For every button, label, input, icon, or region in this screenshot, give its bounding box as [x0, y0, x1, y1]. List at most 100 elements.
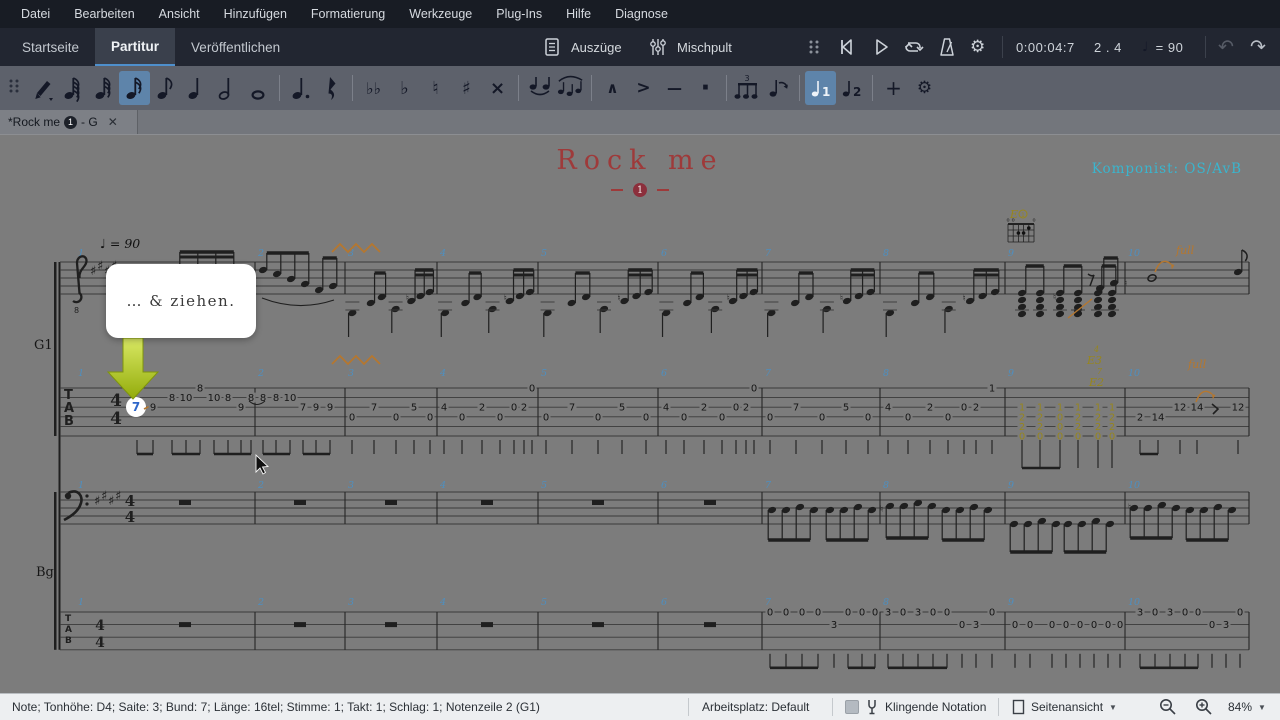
natural-button[interactable]: ♮ [420, 71, 451, 105]
mixer-button[interactable]: Mischpult [646, 28, 732, 66]
menu-formatierung[interactable]: Formatierung [300, 3, 396, 25]
tie-button[interactable] [524, 71, 555, 105]
statusbar-separator [998, 698, 999, 716]
staccato-button[interactable]: · [690, 71, 721, 105]
playback-grip[interactable] [808, 28, 820, 66]
flat-button[interactable]: ♭ [389, 71, 420, 105]
tab-number: 0 [529, 384, 535, 395]
note-toolbar-separator [799, 75, 800, 101]
workspace-selector[interactable]: Arbeitsplatz: Default [702, 694, 809, 720]
zoom-level[interactable]: 84% ▼ [1228, 694, 1266, 720]
svg-text:5: 5 [541, 597, 547, 608]
svg-text:1: 1 [1021, 211, 1025, 219]
playback-settings-button[interactable]: ⚙ [970, 28, 985, 66]
note-toolbar-separator [518, 75, 519, 101]
close-tab-icon[interactable]: ✕ [108, 115, 118, 129]
tab-number: 0 [497, 412, 503, 423]
tab-veröffentlichen[interactable]: Veröffentlichen [175, 28, 296, 66]
tab-partitur[interactable]: Partitur [95, 28, 176, 66]
slur-button[interactable] [555, 71, 586, 105]
voice-1-button[interactable]: 1 [805, 71, 836, 105]
score-canvas[interactable]: 1 1 1 1 2 2 2 2 3 3 3 3 4 4 4 4 5 5 5 5 6 6 6 6 7 7 7 7 8 8 8 8 9 9 9 9 10 10… [0, 135, 1280, 693]
augmentation-dot-button[interactable] [285, 71, 316, 105]
tab-number: 0 [799, 608, 805, 619]
guitar-tab-numbers: 9810810898881079907050402002007050402002… [136, 383, 1246, 470]
dash [657, 189, 669, 191]
svg-text:3: 3 [348, 368, 354, 379]
gear-icon: ⚙ [970, 37, 986, 57]
tab-number: 4 [441, 403, 447, 414]
svg-text:7: 7 [765, 480, 772, 491]
flip-direction-button[interactable] [763, 71, 794, 105]
svg-text:♯: ♯ [97, 259, 103, 274]
redo-button[interactable]: ↷ [1250, 28, 1266, 66]
menu-hilfe[interactable]: Hilfe [555, 3, 602, 25]
sharp-button[interactable]: ♯ [451, 71, 482, 105]
duration-quarter-button[interactable] [181, 71, 212, 105]
metronome-button[interactable] [936, 28, 958, 66]
menu-datei[interactable]: Datei [10, 3, 61, 25]
tab-number: 0 [1063, 620, 1069, 631]
tab-number: 0 [845, 608, 851, 619]
mouse-cursor [255, 453, 270, 475]
tab-number: 2 [521, 403, 527, 414]
tab-number: 0 [900, 608, 906, 619]
bend-label: full [1175, 244, 1195, 257]
rest-button[interactable] [316, 71, 347, 105]
duration-16th-button[interactable] [119, 71, 150, 105]
duration-8th-button[interactable] [150, 71, 181, 105]
tab-number: 2 [743, 403, 749, 414]
document-tab[interactable]: *Rock me 1 - G ✕ [0, 110, 138, 134]
duration-64th-button[interactable] [57, 71, 88, 105]
tab-number: 4 [663, 403, 669, 414]
view-mode-selector[interactable]: Seitenansicht ▼ [1012, 694, 1117, 720]
play-button[interactable] [870, 28, 892, 66]
tab-number: 0 [1012, 620, 1018, 631]
svg-text:1: 1 [78, 480, 84, 491]
concert-pitch-checkbox[interactable] [845, 700, 859, 714]
loop-button[interactable] [902, 28, 924, 66]
duration-half-button[interactable] [212, 71, 243, 105]
double-flat-button[interactable]: ♭♭ [358, 71, 389, 105]
add-button[interactable]: + [878, 71, 909, 105]
undo-button[interactable]: ↶ [1218, 28, 1234, 66]
voice-2-button[interactable]: 2 [836, 71, 867, 105]
zoom-in-button[interactable] [1194, 694, 1214, 720]
menu-bearbeiten[interactable]: Bearbeiten [63, 3, 145, 25]
svg-text:8: 8 [74, 306, 79, 315]
tenuto-button[interactable]: — [659, 71, 690, 105]
svg-text:3: 3 [348, 480, 354, 491]
menu-werkzeuge[interactable]: Werkzeuge [398, 3, 483, 25]
menu-plugins[interactable]: Plug-Ins [485, 3, 553, 25]
tab-startseite[interactable]: Startseite [6, 28, 95, 66]
note-input-pencil-button[interactable] [26, 71, 57, 105]
double-sharp-button[interactable]: × [482, 71, 513, 105]
tab-number: 0 [751, 384, 757, 395]
svg-text:7: 7 [765, 368, 772, 379]
duration-whole-button[interactable] [243, 71, 274, 105]
menu-ansicht[interactable]: Ansicht [148, 3, 211, 25]
whole-rest [481, 622, 493, 628]
svg-text:6: 6 [661, 597, 667, 608]
note-input-settings-button[interactable]: ⚙ [909, 71, 940, 105]
menu-hinzufgen[interactable]: Hinzufügen [213, 3, 298, 25]
concert-pitch-toggle[interactable]: Klingende Notation [845, 694, 986, 720]
svg-text:♮: ♮ [617, 294, 620, 304]
accent-button[interactable]: > [628, 71, 659, 105]
selected-note: 79 [126, 397, 158, 417]
excerpts-button[interactable]: Auszüge [540, 28, 622, 66]
marcato-button[interactable]: ∧ [597, 71, 628, 105]
playback-tempo[interactable]: ♩ = 90 [1142, 28, 1183, 66]
svg-text:♯: ♯ [94, 494, 100, 509]
tuplet-button[interactable]: 3 [732, 71, 763, 105]
duration-32nd-button[interactable] [88, 71, 119, 105]
zoom-out-button[interactable] [1158, 694, 1178, 720]
rewind-button[interactable] [836, 28, 858, 66]
tab-number: 0 [1049, 620, 1055, 631]
tab-number: 12 [1174, 403, 1187, 414]
svg-text:♮: ♮ [1124, 279, 1127, 289]
svg-text:♯: ♯ [108, 494, 114, 509]
svg-text:♮: ♮ [1128, 503, 1131, 513]
note-input-grip[interactable] [8, 77, 22, 100]
menu-diagnose[interactable]: Diagnose [604, 3, 679, 25]
